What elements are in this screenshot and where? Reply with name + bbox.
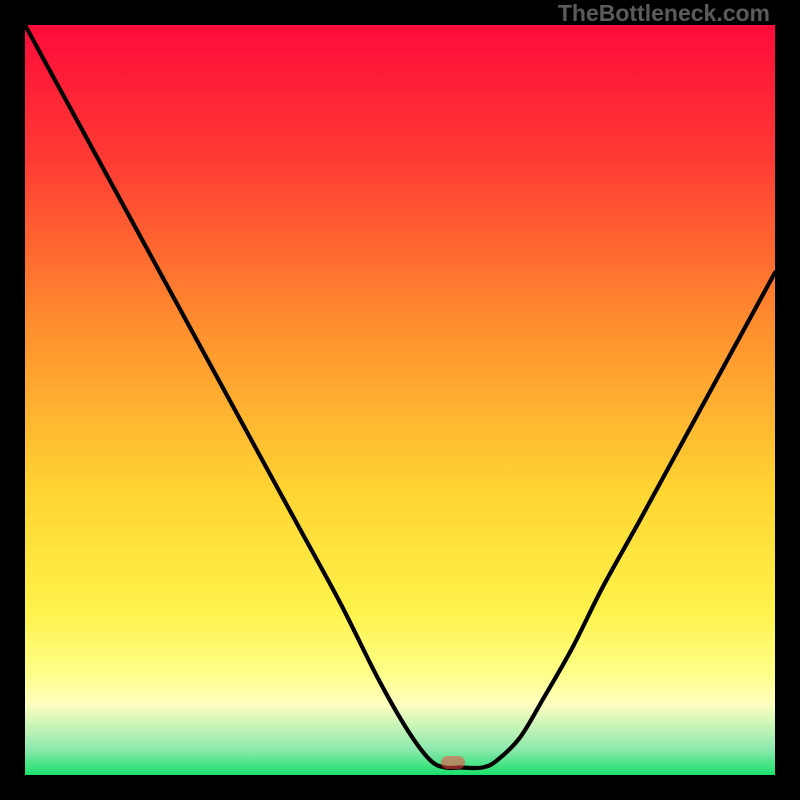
optimal-point-marker [441, 756, 465, 769]
bottleneck-curve [25, 25, 775, 775]
watermark-text: TheBottleneck.com [558, 0, 770, 27]
plot-area [25, 25, 775, 775]
chart-frame: TheBottleneck.com [0, 0, 800, 800]
